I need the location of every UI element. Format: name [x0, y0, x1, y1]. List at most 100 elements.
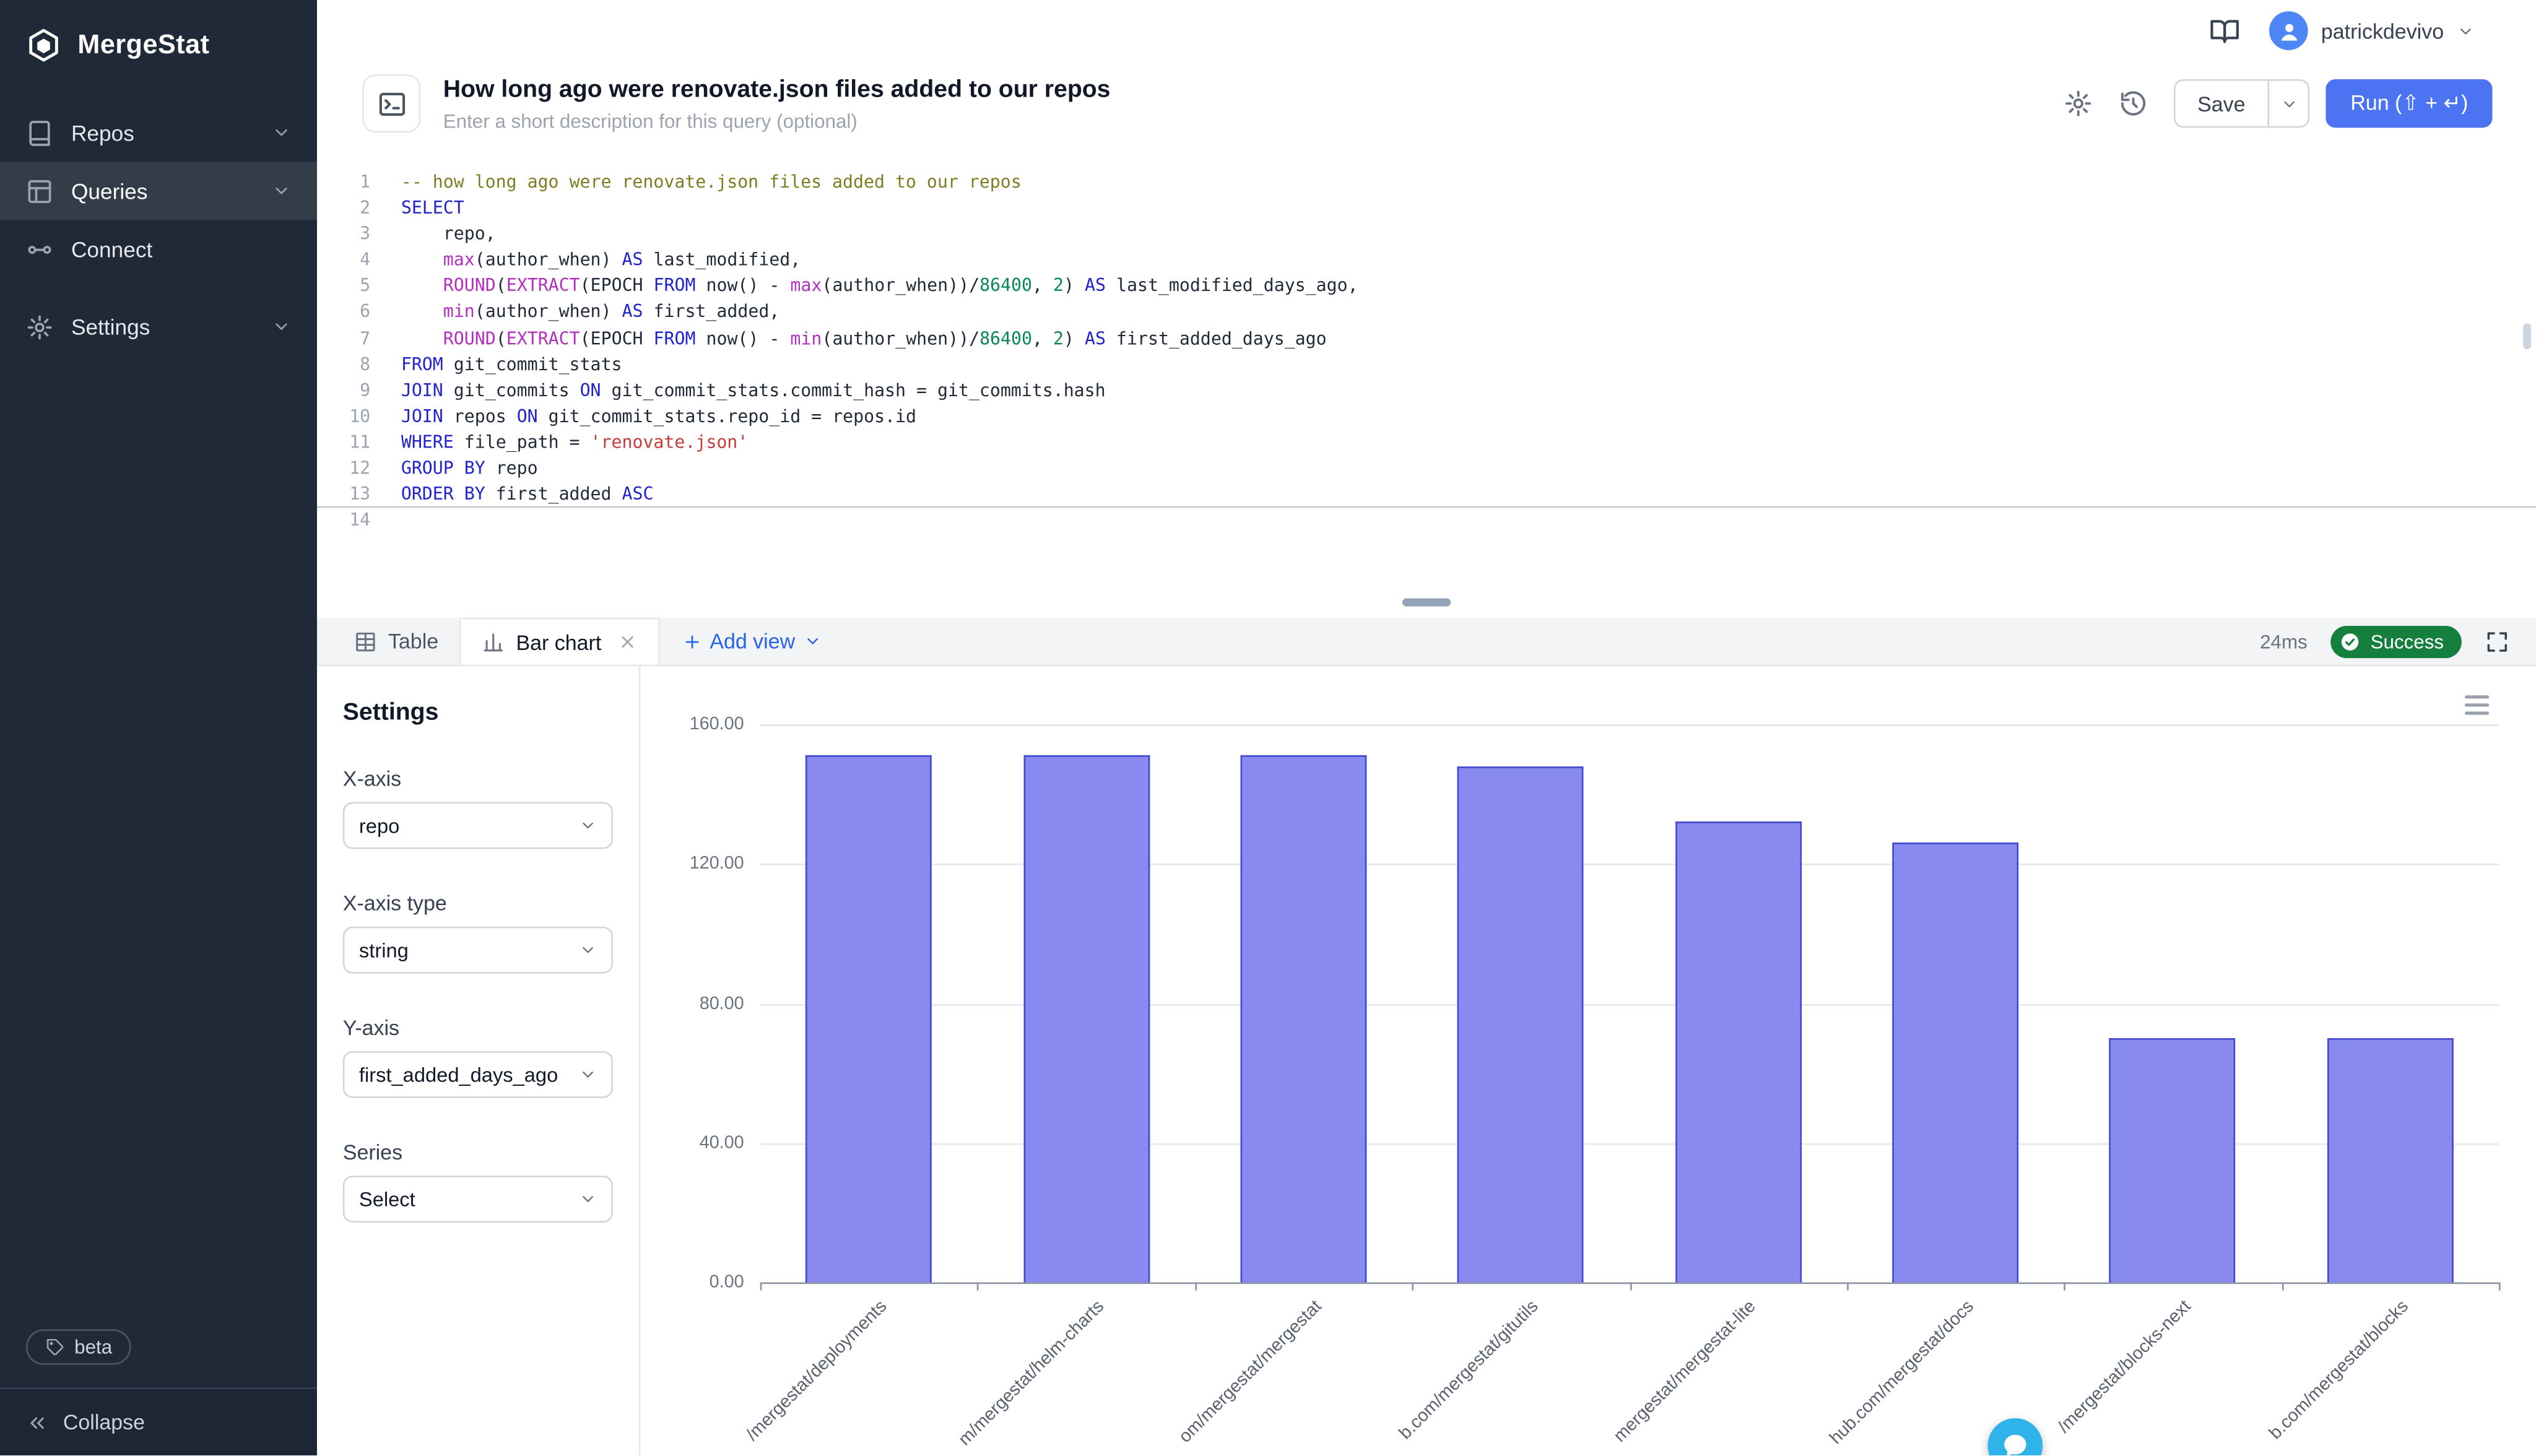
close-icon[interactable]	[617, 632, 636, 651]
tab-label: Table	[388, 629, 438, 653]
bar-chart-icon	[482, 631, 505, 654]
plus-icon	[682, 631, 701, 651]
line-number: 10	[317, 404, 370, 430]
line-number: 8	[317, 352, 370, 378]
terminal-icon	[376, 88, 407, 119]
code-line: 12GROUP BY repo	[317, 456, 2536, 482]
code-line: 2 SELECT	[317, 196, 2536, 222]
select-x-axis[interactable]: repo	[343, 802, 613, 849]
check-circle-icon	[2338, 630, 2361, 652]
code-line: 9JOIN git_commits ON git_commit_stats.co…	[317, 378, 2536, 404]
line-number: 11	[317, 430, 370, 456]
book-icon	[26, 119, 53, 146]
query-duration: 24ms	[2260, 630, 2308, 652]
brand[interactable]: MergeStat	[0, 0, 317, 90]
save-button[interactable]: Save	[2173, 79, 2270, 128]
sidebar-item-connect[interactable]: Connect	[0, 220, 317, 278]
code-text: repo,	[401, 222, 496, 248]
editor-scrollbar-thumb[interactable]	[2523, 323, 2531, 349]
field-label: X-axis type	[343, 891, 613, 915]
query-description-placeholder[interactable]: Enter a short description for this query…	[443, 109, 1111, 132]
grid-line	[760, 864, 2499, 866]
x-axis-tick	[1195, 1283, 1197, 1291]
select-value: first_added_days_ago	[359, 1064, 558, 1086]
fullscreen-icon[interactable]	[2484, 628, 2510, 654]
select-y-axis[interactable]: first_added_days_ago	[343, 1051, 613, 1098]
chart-settings-panel: Settings X-axisrepoX-axis typestringY-ax…	[317, 666, 640, 1455]
y-tick-label: 160.00	[640, 713, 744, 736]
chevron-down-icon	[803, 632, 821, 650]
save-options-button[interactable]	[2270, 79, 2310, 128]
status-label: Success	[2371, 630, 2444, 652]
y-tick-label: 120.00	[640, 852, 744, 875]
sidebar: MergeStat Repos Queries Connect Settings be…	[0, 0, 317, 1455]
x-category-label: /mergestat/deployments	[742, 1297, 890, 1445]
mergestat-logo-icon	[26, 27, 61, 63]
code-text: FROM git_commit_stats	[401, 352, 622, 378]
code-text: ROUND(EXTRACT(EPOCH FROM now() - min(aut…	[401, 326, 1327, 352]
grid-line	[760, 1143, 2499, 1145]
query-header: How long ago were renovate.json files ad…	[317, 61, 2536, 145]
resize-handle[interactable]	[1402, 597, 1451, 605]
add-view-button[interactable]: Add view	[659, 618, 843, 665]
history-icon[interactable]	[2118, 89, 2147, 118]
x-category-label: /mergestat/blocks-next	[2054, 1297, 2195, 1437]
x-axis-tick	[2282, 1283, 2283, 1291]
code-text: max(author_when) AS last_modified,	[401, 248, 801, 274]
run-button[interactable]: Run (⇧ + ↵)	[2326, 79, 2492, 128]
tab-table[interactable]: Table	[333, 618, 459, 665]
select-x-axis-type[interactable]: string	[343, 927, 613, 974]
sidebar-item-settings[interactable]: Settings	[0, 298, 317, 356]
chart-settings-fields: X-axisrepoX-axis typestringY-axisfirst_a…	[343, 766, 613, 1223]
select-series[interactable]: Select	[343, 1176, 613, 1223]
query-title[interactable]: How long ago were renovate.json files ad…	[443, 75, 1111, 104]
code-line: 3 repo,	[317, 222, 2536, 248]
user-name: patrickdevivo	[2321, 19, 2444, 43]
bar	[1023, 756, 1149, 1283]
x-category-label: hub.com/mergestat/docs	[1826, 1297, 1978, 1449]
sidebar-item-queries[interactable]: Queries	[0, 162, 317, 220]
bar	[806, 756, 932, 1283]
avatar	[2269, 11, 2308, 50]
x-axis-tick	[1412, 1283, 1414, 1291]
beta-badge: beta	[26, 1329, 132, 1364]
code-line: 1-- how long ago were renovate.json file…	[317, 170, 2536, 196]
code-line: 10JOIN repos ON git_commit_stats.repo_id…	[317, 404, 2536, 430]
queries-icon	[26, 177, 53, 204]
chevron-down-icon	[579, 1065, 597, 1083]
save-button-group: Save	[2173, 79, 2310, 128]
sidebar-item-repos[interactable]: Repos	[0, 103, 317, 162]
code-text: -- how long ago were renovate.json files…	[401, 170, 1022, 196]
line-number: 2	[317, 196, 370, 222]
user-icon	[2277, 19, 2301, 43]
sql-editor[interactable]: 1-- how long ago were renovate.json file…	[317, 145, 2536, 586]
beta-label: beta	[74, 1336, 112, 1359]
chevron-down-icon	[579, 817, 597, 834]
code-line: 7 ROUND(EXTRACT(EPOCH FROM now() - min(a…	[317, 326, 2536, 352]
chevron-down-icon	[272, 317, 291, 336]
sidebar-nav: Repos Queries Connect Settings	[0, 90, 317, 355]
field-label: Series	[343, 1140, 613, 1164]
chart-menu-icon[interactable]	[2462, 692, 2493, 718]
gear-icon[interactable]	[2063, 89, 2092, 118]
user-menu[interactable]: patrickdevivo	[2269, 11, 2474, 50]
line-number: 7	[317, 326, 370, 352]
gear-icon	[26, 313, 53, 340]
code-line: 6 min(author_when) AS first_added,	[317, 300, 2536, 326]
line-number: 9	[317, 378, 370, 404]
status-badge: Success	[2330, 625, 2462, 657]
select-value: string	[359, 938, 409, 961]
collapse-label: Collapse	[63, 1410, 145, 1434]
collapse-sidebar-button[interactable]: Collapse	[0, 1387, 317, 1455]
x-axis-tick	[978, 1283, 979, 1291]
line-number: 4	[317, 248, 370, 274]
bar	[1892, 843, 2018, 1283]
grid-line	[760, 1003, 2499, 1005]
tab-label: Bar chart	[516, 630, 602, 654]
tab-bar-chart[interactable]: Bar chart	[459, 618, 659, 665]
code-text: SELECT	[401, 196, 464, 222]
results-panel: Settings X-axisrepoX-axis typestringY-ax…	[317, 666, 2536, 1455]
sidebar-item-label: Queries	[71, 179, 148, 203]
docs-book-icon[interactable]	[2210, 15, 2241, 46]
sidebar-item-label: Repos	[71, 121, 134, 145]
